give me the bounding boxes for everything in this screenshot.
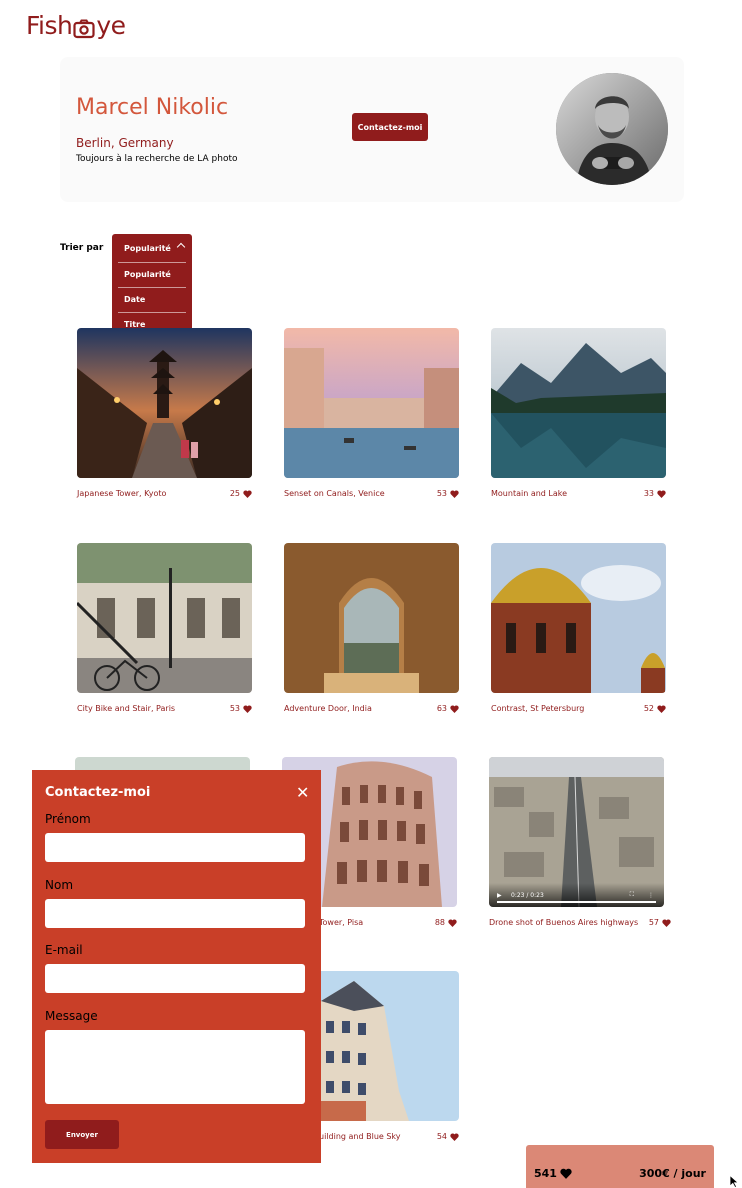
photographer-header: Marcel Nikolic Berlin, Germany Toujours …	[60, 57, 684, 202]
total-likes: 541	[534, 1167, 572, 1180]
heart-icon[interactable]	[243, 489, 252, 498]
first-name-field[interactable]	[45, 833, 305, 862]
divider	[118, 262, 186, 263]
contact-button[interactable]: Contactez-moi	[352, 113, 428, 141]
total-likes-count: 541	[534, 1167, 557, 1180]
photo-kyoto[interactable]	[77, 328, 252, 478]
play-icon[interactable]: ▶	[497, 892, 502, 899]
media-title: Japanese Tower, Kyoto	[77, 489, 167, 498]
last-name-field[interactable]	[45, 899, 305, 928]
media-likes[interactable]: 25	[230, 489, 252, 498]
media-likes[interactable]: 53	[437, 489, 459, 498]
media-likes[interactable]: 63	[437, 704, 459, 713]
more-options-icon[interactable]: ⋮	[648, 892, 654, 899]
photographer-avatar	[556, 73, 668, 185]
media-likes[interactable]: 53	[230, 704, 252, 713]
daily-rate: 300€ / jour	[639, 1167, 706, 1180]
media-card[interactable]: Mountain and Lake 33	[491, 328, 666, 498]
heart-icon[interactable]	[450, 704, 459, 713]
heart-icon	[560, 1168, 572, 1179]
photographer-name: Marcel Nikolic	[76, 95, 229, 120]
heart-icon[interactable]	[450, 1132, 459, 1141]
send-button[interactable]: Envoyer	[45, 1120, 119, 1149]
photo-st-petersburg[interactable]	[491, 543, 666, 693]
media-title: City Bike and Stair, Paris	[77, 704, 176, 713]
media-likes[interactable]: 88	[435, 918, 457, 927]
camera-icon	[73, 16, 95, 39]
media-title: Mountain and Lake	[491, 489, 568, 498]
media-likes[interactable]: 57	[649, 918, 671, 927]
media-card[interactable]: Japanese Tower, Kyoto 25	[77, 328, 252, 498]
divider	[118, 287, 186, 288]
heart-icon[interactable]	[657, 704, 666, 713]
video-controls[interactable]: ▶ 0:23 / 0:23 ⛶ ⋮	[489, 883, 664, 907]
mouse-cursor-icon	[729, 1175, 740, 1188]
media-title: Senset on Canals, Venice	[284, 489, 385, 498]
close-icon[interactable]: ✕	[296, 783, 309, 802]
email-field[interactable]	[45, 964, 305, 993]
message-field[interactable]	[45, 1030, 305, 1104]
photo-venice[interactable]	[284, 328, 459, 478]
logo-text-left: Fish	[26, 10, 73, 40]
message-label: Message	[45, 1009, 98, 1023]
email-label: E-mail	[45, 943, 83, 957]
media-card[interactable]: Contrast, St Petersburg 52	[491, 543, 666, 713]
photographer-tagline: Toujours à la recherche de LA photo	[76, 154, 238, 164]
divider	[118, 312, 186, 313]
modal-title: Contactez-moi	[45, 785, 151, 800]
logo-text-right: ye	[96, 10, 126, 40]
fullscreen-icon[interactable]: ⛶	[630, 891, 634, 899]
video-progress-bar[interactable]	[497, 901, 656, 903]
video-time: 0:23 / 0:23	[511, 892, 544, 899]
totals-box: 541 300€ / jour	[526, 1145, 714, 1188]
media-likes[interactable]: 52	[644, 704, 666, 713]
chevron-up-icon[interactable]	[176, 242, 186, 252]
sort-option-popularity[interactable]: Popularité	[124, 270, 171, 279]
photographer-location: Berlin, Germany	[76, 136, 174, 150]
heart-icon[interactable]	[243, 704, 252, 713]
media-likes[interactable]: 33	[644, 489, 666, 498]
like-count: 53	[436, 489, 447, 498]
last-name-label: Nom	[45, 878, 74, 892]
media-card[interactable]: Senset on Canals, Venice 53	[284, 328, 459, 498]
heart-icon[interactable]	[662, 918, 671, 927]
media-card[interactable]	[75, 757, 250, 771]
heart-icon[interactable]	[657, 489, 666, 498]
media-card[interactable]: ▶ 0:23 / 0:23 ⛶ ⋮ Drone shot of Buenos A…	[489, 757, 671, 927]
like-count: 25	[229, 489, 240, 498]
sort-selected-option[interactable]: Popularité	[124, 244, 171, 253]
like-count: 33	[643, 489, 654, 498]
like-count: 52	[643, 704, 654, 713]
heart-icon[interactable]	[448, 918, 457, 927]
media-title: Adventure Door, India	[284, 704, 372, 713]
like-count: 63	[436, 704, 447, 713]
media-card[interactable]: City Bike and Stair, Paris 53	[77, 543, 252, 713]
like-count: 57	[648, 918, 659, 927]
heart-icon[interactable]	[450, 489, 459, 498]
like-count: 88	[434, 918, 445, 927]
photo-india-door[interactable]	[284, 543, 459, 693]
media-title: Drone shot of Buenos Aires highways	[489, 918, 639, 927]
fisheye-logo[interactable]: Fish ye	[26, 9, 126, 41]
sort-label: Trier par	[60, 243, 104, 253]
like-count: 53	[229, 704, 240, 713]
contact-modal: Contactez-moi ✕ Prénom Nom E-mail Messag…	[32, 770, 321, 1163]
sort-option-date[interactable]: Date	[124, 295, 145, 304]
first-name-label: Prénom	[45, 812, 91, 826]
sort-dropdown[interactable]: Popularité Popularité Date Titre	[112, 234, 192, 337]
media-likes[interactable]: 54	[437, 1132, 459, 1141]
video-buenos-aires[interactable]: ▶ 0:23 / 0:23 ⛶ ⋮	[489, 757, 664, 907]
like-count: 54	[436, 1132, 447, 1141]
photo-paris[interactable]	[77, 543, 252, 693]
media-card[interactable]: Adventure Door, India 63	[284, 543, 459, 713]
photo-hidden[interactable]	[75, 757, 250, 771]
media-title: Contrast, St Petersburg	[491, 704, 585, 713]
photo-mountain-lake[interactable]	[491, 328, 666, 478]
